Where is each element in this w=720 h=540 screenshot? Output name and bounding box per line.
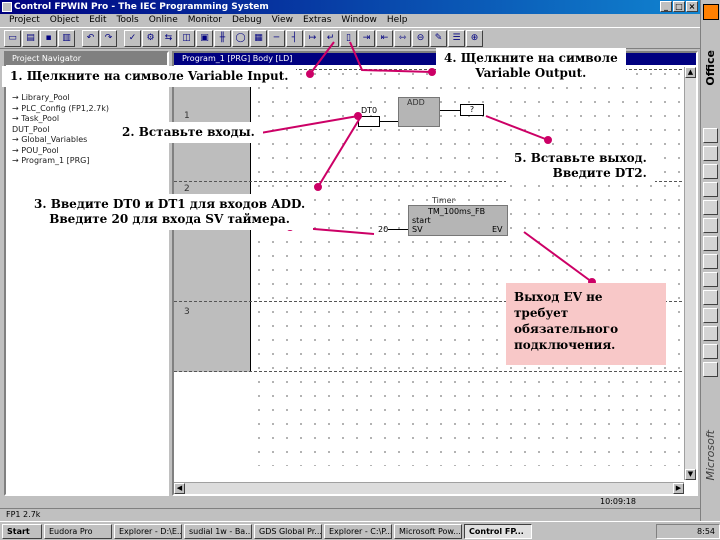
callout-step-3-line1: 3. Введите DT0 и DT1 для входов ADD. <box>34 197 306 211</box>
callout-line-6 <box>523 231 593 283</box>
callout-step-5: 5. Вставьте выход. Введите DT2. <box>506 148 655 184</box>
callout-line-4 <box>349 41 433 73</box>
callout-ev-note-line3: обязательного <box>514 322 619 336</box>
callout-line-1 <box>309 41 335 75</box>
callout-ev-note-line1: Выход EV не <box>514 290 603 304</box>
callout-line-5 <box>485 115 549 141</box>
callout-step-5-line1: 5. Вставьте выход. <box>514 151 647 165</box>
callout-step-4-line2: Variable Output. <box>475 66 587 80</box>
callout-step-4-line1: 4. Щелкните на символе <box>444 51 618 65</box>
callout-step-2: 2. Вставьте входы. <box>114 122 263 143</box>
callout-step-5-line2: Введите DT2. <box>552 166 647 180</box>
callout-step-1: 1. Щелкните на символе Variable Input. <box>2 66 297 87</box>
callout-dot-4 <box>428 68 436 76</box>
callout-dot-3a <box>314 183 322 191</box>
callout-ev-note: Выход EV не требует обязательного подклю… <box>506 283 666 365</box>
callout-line-3a <box>317 117 361 188</box>
callout-ev-note-line2: требует <box>514 306 569 320</box>
callout-ev-note-line4: подключения. <box>514 338 616 352</box>
callout-dot-5 <box>544 136 552 144</box>
callout-step-3-line2: Введите 20 для входа SV таймера. <box>49 212 290 226</box>
callout-step-4: 4. Щелкните на символе Variable Output. <box>436 48 626 84</box>
callout-step-3: 3. Введите DT0 и DT1 для входов ADD. Вве… <box>26 194 314 230</box>
callout-dot-1 <box>306 70 314 78</box>
